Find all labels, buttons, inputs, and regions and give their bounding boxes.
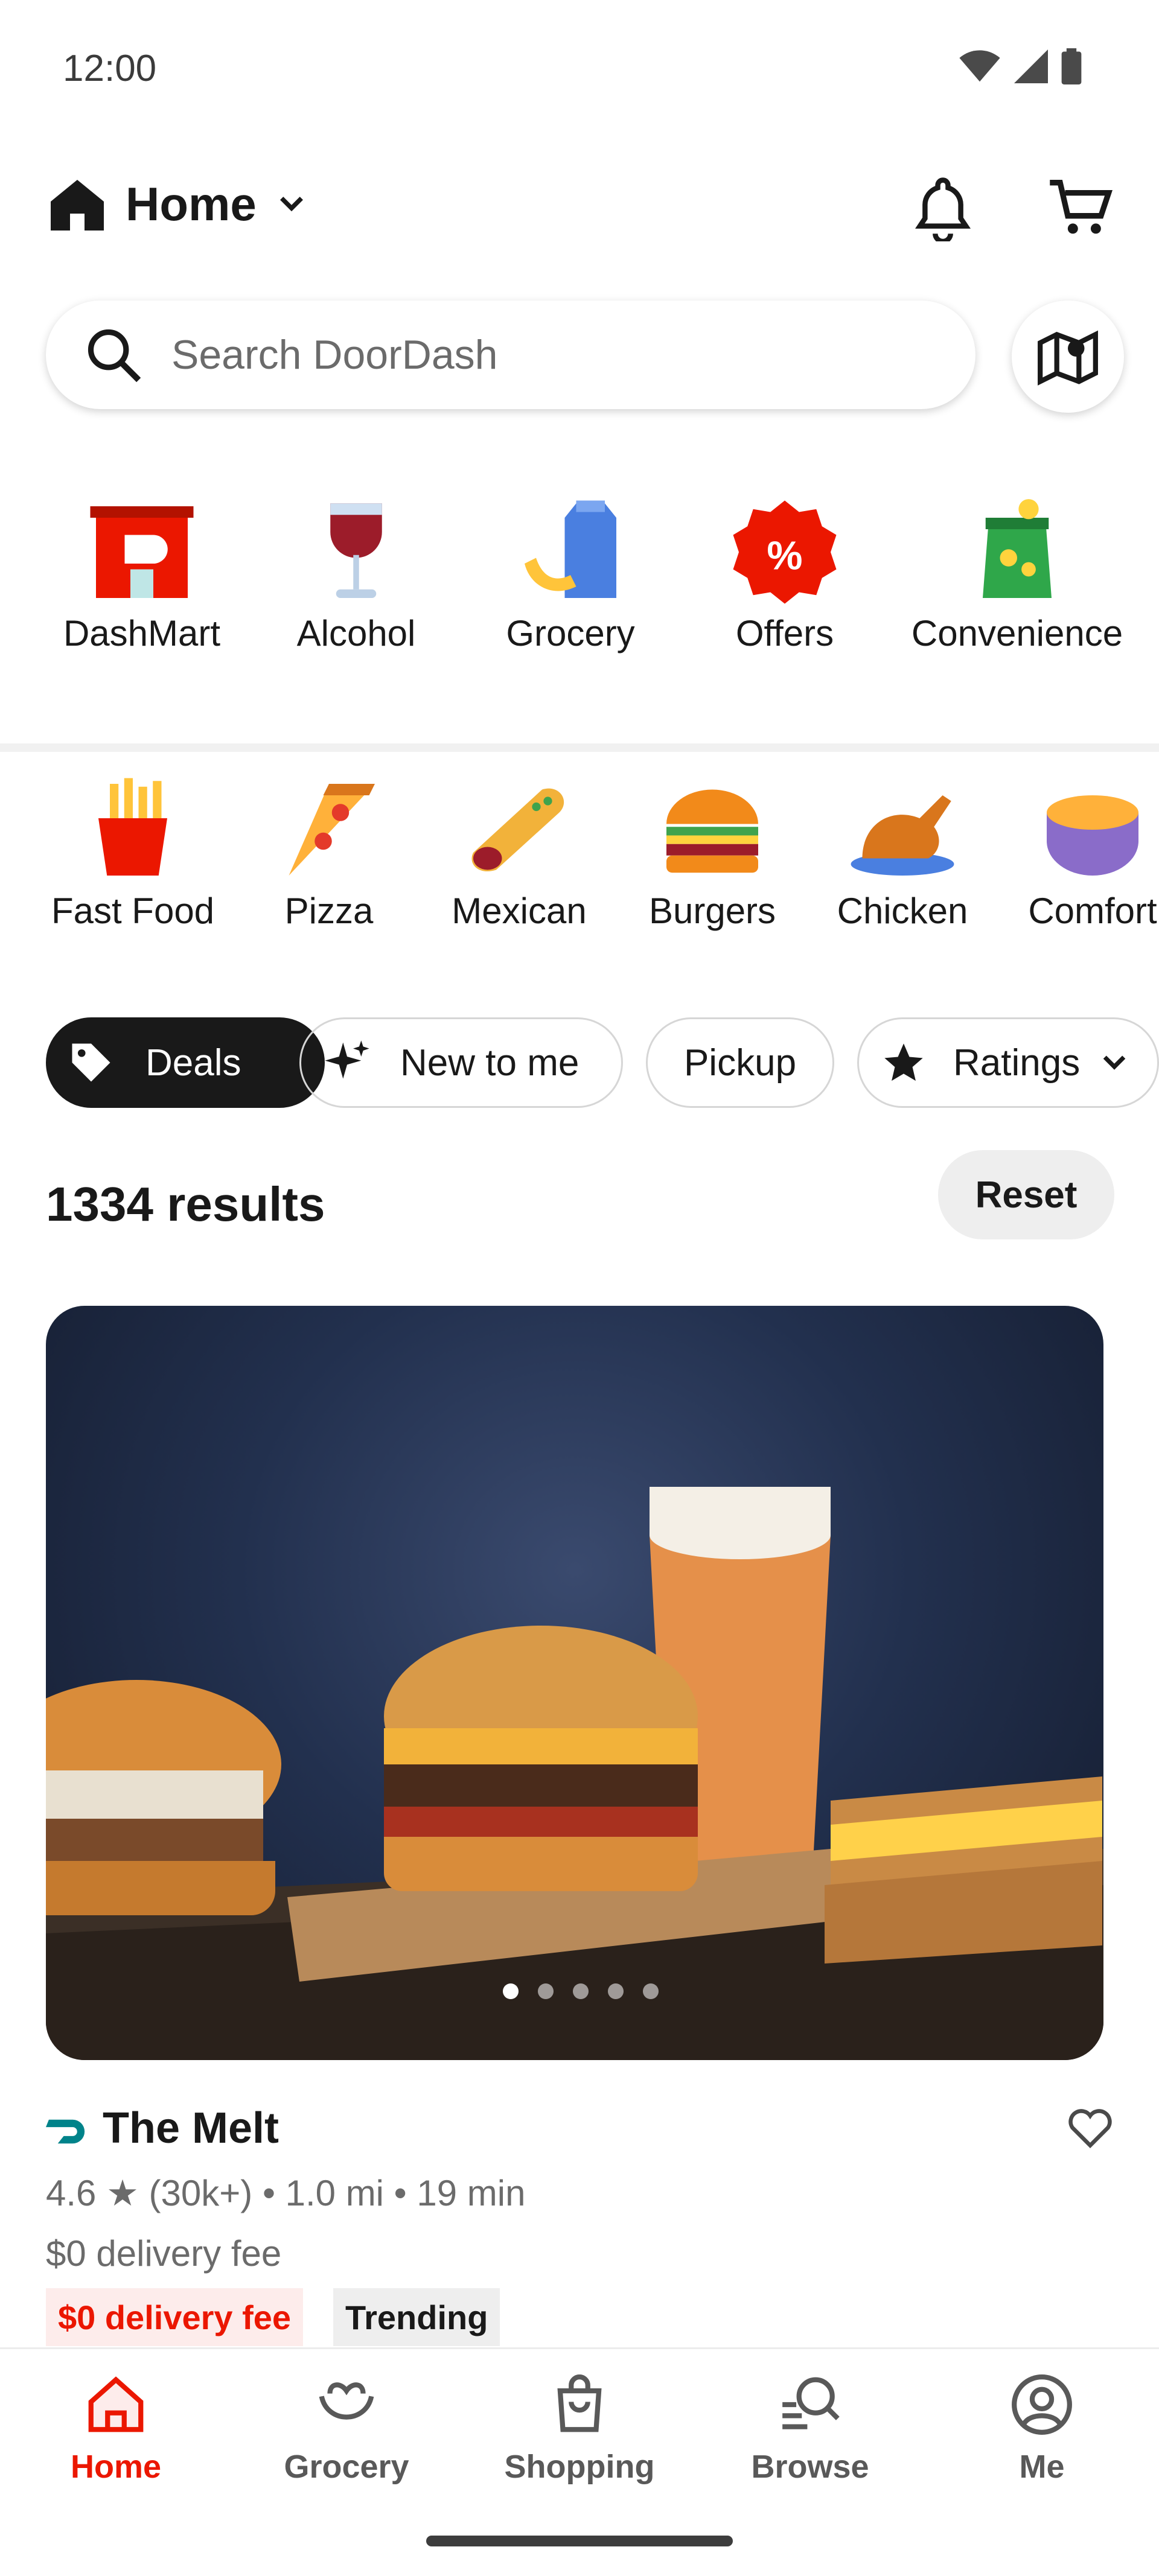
battery-icon xyxy=(1061,48,1082,84)
cuisine-chicken[interactable]: Chicken xyxy=(815,772,990,932)
wine-glass-icon xyxy=(330,503,382,598)
category-label: Offers xyxy=(735,613,834,654)
star-icon xyxy=(884,1043,923,1081)
trending-badge: Trending xyxy=(333,2288,500,2346)
svg-text:%: % xyxy=(767,534,802,579)
location-selector[interactable]: Home xyxy=(47,175,308,233)
home-icon xyxy=(88,2376,144,2432)
pizza-slice-icon xyxy=(289,784,375,876)
tag-icon xyxy=(72,1043,110,1082)
filter-chip-new-to-me[interactable]: New to me xyxy=(299,1017,623,1108)
browse-search-icon xyxy=(782,2377,840,2429)
cuisine-label: Mexican xyxy=(452,891,587,931)
location-label: Home xyxy=(126,177,257,231)
filter-chip-pickup[interactable]: Pickup xyxy=(646,1017,834,1108)
home-icon xyxy=(51,180,104,231)
dashpass-icon xyxy=(46,2119,85,2144)
category-label: Alcohol xyxy=(296,613,416,654)
chevron-down-icon xyxy=(1103,1055,1126,1070)
nav-home[interactable]: Home xyxy=(25,2371,206,2485)
nav-label: Home xyxy=(70,2449,162,2485)
category-label: Convenience xyxy=(911,613,1123,654)
category-label: DashMart xyxy=(63,613,221,654)
chip-label: Ratings xyxy=(953,1042,1081,1084)
cuisine-comfort[interactable]: Comfort xyxy=(1002,772,1159,932)
cuisine-label: Fast Food xyxy=(51,891,215,931)
store-name[interactable]: The Melt xyxy=(103,2104,279,2153)
burrito-icon xyxy=(471,788,564,872)
cuisine-pizza[interactable]: Pizza xyxy=(241,772,417,932)
account-icon xyxy=(1012,2374,1072,2435)
category-dashmart[interactable]: DashMart xyxy=(36,495,247,654)
wifi-icon xyxy=(959,50,1000,82)
results-count: 1334 results xyxy=(46,1177,325,1231)
chip-label: Deals xyxy=(145,1042,241,1084)
reset-button[interactable]: Reset xyxy=(938,1150,1114,1239)
search-icon xyxy=(88,329,141,383)
roast-chicken-icon xyxy=(851,795,954,876)
search-placeholder: Search DoorDash xyxy=(171,332,498,378)
cuisine-fast-food[interactable]: Fast Food xyxy=(36,772,229,932)
chip-label: Pickup xyxy=(683,1042,797,1084)
nav-label: Browse xyxy=(751,2449,869,2485)
status-icons xyxy=(959,48,1082,84)
nav-label: Me xyxy=(1019,2449,1065,2485)
chevron-down-icon xyxy=(279,197,303,212)
map-button[interactable] xyxy=(1012,301,1124,413)
category-label: Grocery xyxy=(506,613,635,654)
filter-chip-ratings[interactable]: Ratings xyxy=(857,1017,1159,1108)
category-alcohol[interactable]: Alcohol xyxy=(254,495,459,654)
nav-label: Shopping xyxy=(504,2449,655,2485)
cuisine-label: Burgers xyxy=(648,891,776,931)
food-photo xyxy=(46,1487,1103,2060)
map-icon xyxy=(1038,330,1098,386)
category-convenience[interactable]: Convenience xyxy=(893,495,1141,654)
mac-and-cheese-icon xyxy=(1047,795,1138,876)
offers-badge-icon: % xyxy=(733,500,837,604)
dashmart-icon xyxy=(90,506,194,598)
filter-chip-deals[interactable]: Deals xyxy=(46,1017,325,1108)
chip-label: New to me xyxy=(400,1042,580,1084)
store-hero-image[interactable] xyxy=(46,1306,1103,2060)
sparkle-icon xyxy=(325,1040,369,1079)
fries-icon xyxy=(98,778,167,876)
section-divider xyxy=(0,743,1159,752)
nav-shopping[interactable]: Shopping xyxy=(489,2371,670,2485)
burger-icon xyxy=(666,789,758,873)
category-grocery[interactable]: Grocery xyxy=(465,495,676,654)
shopping-bag-icon xyxy=(557,2374,602,2432)
promo-badge: $0 delivery fee xyxy=(46,2288,304,2346)
store-meta: 4.6 ★ (30k+) • 1.0 mi • 19 min xyxy=(46,2173,526,2213)
category-offers[interactable]: % Offers xyxy=(682,495,887,654)
status-time: 12:00 xyxy=(63,48,157,89)
grocery-icon xyxy=(525,500,616,598)
nav-label: Grocery xyxy=(284,2449,409,2485)
nav-grocery[interactable]: Grocery xyxy=(256,2371,437,2485)
cart-icon[interactable] xyxy=(1047,175,1114,241)
grocery-bag-icon xyxy=(319,2382,374,2420)
nav-browse[interactable]: Browse xyxy=(720,2371,901,2485)
search-bar[interactable]: Search DoorDash xyxy=(46,301,975,409)
signal-icon xyxy=(1014,49,1048,83)
cuisine-burgers[interactable]: Burgers xyxy=(622,772,803,932)
bell-icon[interactable] xyxy=(912,175,974,241)
cuisine-label: Comfort xyxy=(1028,891,1157,931)
cuisine-mexican[interactable]: Mexican xyxy=(429,772,610,932)
cuisine-label: Chicken xyxy=(837,891,968,931)
heart-icon[interactable] xyxy=(1066,2106,1114,2149)
gesture-bar[interactable] xyxy=(426,2536,733,2546)
nav-me[interactable]: Me xyxy=(951,2371,1132,2485)
cuisine-label: Pizza xyxy=(284,891,374,931)
chips-bag-icon xyxy=(983,499,1052,598)
delivery-fee: $0 delivery fee xyxy=(46,2233,282,2274)
